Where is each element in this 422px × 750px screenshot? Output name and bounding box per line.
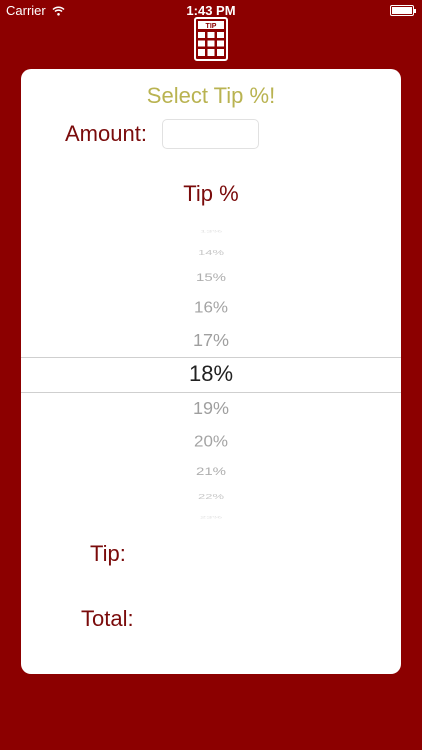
battery-icon: [390, 5, 416, 16]
picker-option[interactable]: 19%: [21, 399, 401, 416]
amount-input[interactable]: [162, 119, 259, 149]
page-title: Select Tip %!: [146, 83, 276, 108]
tip-percent-heading: Tip %: [183, 181, 239, 206]
logo-text: TIP: [206, 23, 217, 30]
picker-selection-line-top: [21, 357, 401, 358]
picker-option[interactable]: 23%: [21, 515, 401, 519]
tip-percent-picker[interactable]: 13% 14% 15% 16% 17% 18% 19% 20% 21% 22% 23%: [21, 229, 401, 519]
picker-option[interactable]: 20%: [21, 433, 401, 448]
picker-option[interactable]: 17%: [21, 331, 401, 348]
tip-card: Select Tip %! Amount: Tip % 13% 14% 15% 16%…: [21, 69, 401, 674]
picker-option[interactable]: 15%: [21, 271, 401, 282]
total-label: Total:: [81, 606, 134, 631]
picker-option[interactable]: 13%: [21, 229, 401, 233]
amount-label: Amount:: [65, 121, 147, 146]
tip-label: Tip:: [90, 541, 126, 566]
picker-option-selected[interactable]: 18%: [21, 363, 401, 385]
tip-card-icon: TIP: [194, 17, 228, 61]
picker-option[interactable]: 22%: [21, 492, 401, 499]
picker-option[interactable]: 16%: [21, 299, 401, 314]
picker-selection-line-bottom: [21, 392, 401, 393]
picker-option[interactable]: 21%: [21, 465, 401, 476]
status-time: 1:43 PM: [186, 3, 236, 18]
picker-option[interactable]: 14%: [21, 248, 401, 255]
